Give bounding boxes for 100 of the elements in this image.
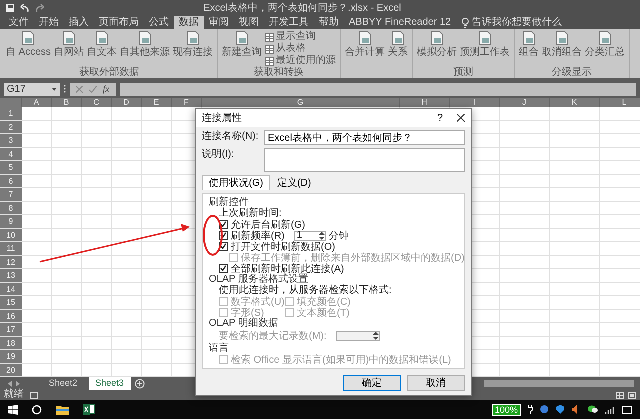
undo-icon[interactable] — [20, 4, 30, 12]
formula-input[interactable] — [120, 82, 636, 96]
sheet-tab[interactable]: Sheet3 — [88, 377, 132, 390]
name-box[interactable]: G17 — [4, 82, 60, 96]
row-header[interactable]: 19 — [0, 350, 22, 362]
insert-function-button[interactable]: fx — [103, 84, 110, 94]
windows-logo-icon[interactable] — [8, 404, 18, 414]
ribbon-button[interactable]: 自 Access — [6, 31, 52, 58]
notification-icon[interactable] — [622, 406, 632, 414]
row-header[interactable]: 11 — [0, 242, 22, 254]
column-header[interactable]: E — [142, 98, 172, 107]
row-header[interactable]: 15 — [0, 296, 22, 308]
column-header[interactable]: B — [52, 98, 82, 107]
column-header[interactable]: I — [450, 98, 500, 107]
ribbon-button[interactable]: 从表格 — [265, 43, 336, 55]
dialog-tab[interactable]: 定义(D) — [270, 176, 318, 190]
macro-record-icon[interactable] — [30, 392, 38, 398]
connection-name-field[interactable]: Excel表格中，两个表如何同步？ — [264, 130, 465, 145]
caret-icon[interactable] — [52, 88, 57, 90]
ribbon-tab[interactable]: 帮助 — [314, 16, 344, 29]
ribbon-tab[interactable]: 审阅 — [204, 16, 234, 29]
ribbon-tab[interactable]: 视图 — [234, 16, 264, 29]
tell-me-field[interactable]: 告诉我你想要做什么 — [472, 17, 572, 28]
ribbon-button[interactable]: 新建查询 — [222, 31, 262, 58]
dialog-button[interactable]: 取消 — [407, 375, 465, 391]
close-icon[interactable] — [457, 114, 465, 122]
ribbon-button[interactable]: 预测工作表 — [460, 31, 510, 58]
ribbon-tab[interactable]: 插入 — [64, 16, 94, 29]
ribbon-button[interactable]: 自文本 — [87, 31, 118, 58]
ribbon-tab[interactable]: 公式 — [144, 16, 174, 29]
ribbon-tab[interactable]: 数据 — [174, 16, 204, 29]
horizontal-scrollbar[interactable] — [484, 380, 634, 387]
ribbon-button[interactable]: 自其他来源 — [120, 31, 170, 58]
ribbon-button[interactable]: 分类汇总 — [585, 31, 626, 58]
ribbon-button[interactable]: 模拟分析 — [417, 31, 458, 58]
row-header[interactable]: 9 — [0, 215, 22, 228]
row-header[interactable]: 16 — [0, 310, 22, 322]
ribbon-button[interactable]: 组合 — [519, 31, 540, 58]
row-header[interactable]: 6 — [0, 174, 22, 187]
battery-indicator[interactable]: 100% — [492, 404, 521, 416]
frequency-spinner[interactable]: 1 — [294, 230, 326, 240]
row-header[interactable]: 2 — [0, 120, 22, 133]
save-icon[interactable] — [6, 4, 15, 12]
row-header[interactable]: 3 — [0, 134, 22, 146]
ribbon-tab[interactable]: 开始 — [34, 16, 64, 29]
sheet-tab[interactable]: Sheet2 — [42, 377, 85, 390]
ribbon-button[interactable]: 最近使用的源 — [265, 55, 336, 67]
ribbon-button[interactable]: 关系 — [388, 31, 408, 58]
status-text: 就绪 — [4, 390, 24, 400]
row-header[interactable]: 7 — [0, 188, 22, 200]
help-button[interactable]: ? — [433, 112, 447, 124]
ribbon-button[interactable]: 显示查询 — [265, 31, 336, 43]
column-header[interactable]: D — [112, 98, 142, 107]
ribbon-tab[interactable]: 页面布局 — [94, 16, 144, 29]
add-sheet-icon[interactable] — [135, 378, 146, 388]
row-header[interactable]: 12 — [0, 256, 22, 268]
dialog-button[interactable]: 确定 — [343, 375, 401, 391]
app-tray-icon[interactable] — [540, 405, 549, 414]
check-icon[interactable] — [89, 86, 97, 92]
row-header[interactable]: 20 — [0, 364, 22, 376]
shield-icon[interactable] — [556, 405, 565, 414]
column-header[interactable]: L — [600, 98, 640, 107]
ribbon-tab[interactable]: ABBYY FineReader 12 — [344, 16, 456, 29]
row-header[interactable]: 17 — [0, 323, 22, 336]
ribbon-button[interactable]: 自网站 — [54, 31, 84, 58]
normal-view-icon[interactable] — [616, 392, 624, 398]
spin-arrows-icon[interactable] — [318, 232, 325, 240]
search-circle-icon[interactable] — [32, 404, 42, 414]
redo-icon[interactable] — [35, 4, 45, 12]
ribbon-tab[interactable]: 开发工具 — [264, 16, 314, 29]
column-header[interactable]: J — [500, 98, 550, 107]
row-header[interactable]: 10 — [0, 228, 22, 241]
ribbon-tab[interactable]: 文件 — [4, 16, 34, 29]
column-header[interactable]: K — [550, 98, 600, 107]
chat-icon[interactable] — [588, 405, 598, 414]
dialog-tab[interactable]: 使用状况(G) — [202, 175, 270, 190]
row-header[interactable]: 5 — [0, 161, 22, 174]
page-layout-icon[interactable] — [628, 392, 636, 398]
row-header[interactable]: 4 — [0, 148, 22, 160]
column-header[interactable]: G — [202, 98, 400, 107]
ribbon-button[interactable]: 取消组合 — [542, 31, 582, 58]
ribbon-button[interactable]: 合并计算 — [345, 31, 386, 58]
row-header[interactable]: 1 — [0, 107, 22, 120]
column-header[interactable]: F — [172, 98, 202, 107]
spreadsheet-app-icon[interactable] — [83, 404, 95, 415]
folder-icon[interactable] — [56, 404, 69, 414]
row-header[interactable]: 8 — [0, 202, 22, 214]
network-icon[interactable] — [605, 406, 615, 414]
scroll-left-icon[interactable] — [8, 380, 12, 386]
row-header[interactable]: 13 — [0, 269, 22, 282]
column-header[interactable]: H — [400, 98, 450, 107]
scroll-right-icon[interactable] — [16, 380, 20, 386]
checkbox[interactable] — [219, 264, 228, 273]
column-header[interactable]: A — [22, 98, 52, 107]
ribbon-button[interactable]: 现有连接 — [173, 31, 214, 58]
document-icon — [22, 31, 35, 46]
row-header[interactable]: 14 — [0, 282, 22, 295]
column-header[interactable]: C — [82, 98, 112, 107]
description-field[interactable] — [264, 148, 465, 172]
row-header[interactable]: 18 — [0, 336, 22, 349]
